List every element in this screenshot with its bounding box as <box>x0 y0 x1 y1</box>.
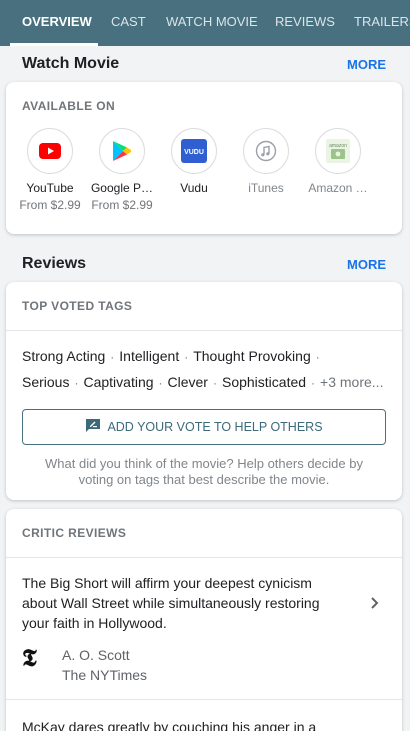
tag-separator: · <box>184 350 189 364</box>
watch-options-card: AVAILABLE ON YouTube From $2.99 Google P… <box>6 82 402 234</box>
available-on-label: AVAILABLE ON <box>22 99 116 113</box>
watch-movie-more-link[interactable]: MORE <box>347 57 386 72</box>
provider-price: From $2.99 <box>19 198 81 212</box>
more-tags-link[interactable]: +3 more... <box>320 374 383 390</box>
provider-name: Google P… <box>90 181 154 195</box>
critic-reviews-label: CRITIC REVIEWS <box>22 526 127 540</box>
provider-vudu[interactable]: VUDU Vudu <box>158 128 230 195</box>
chevron-right-icon <box>371 597 379 609</box>
provider-name: YouTube <box>26 181 74 195</box>
provider-amazon[interactable]: amazon Amazon … <box>302 128 374 195</box>
tag-intelligent[interactable]: Intelligent <box>119 348 179 364</box>
top-voted-tags-card: TOP VOTED TAGS Strong Acting · Intelligent… <box>6 282 402 500</box>
provider-itunes[interactable]: iTunes <box>230 128 302 195</box>
tag-separator: · <box>315 350 320 364</box>
tag-thought-provoking[interactable]: Thought Provoking <box>193 348 311 364</box>
tab-watch-movie[interactable]: WATCH MOVIE <box>166 0 258 46</box>
reviews-more-link[interactable]: MORE <box>347 257 386 272</box>
tag-separator: · <box>110 350 115 364</box>
google-play-icon <box>99 128 145 174</box>
add-vote-label: ADD YOUR VOTE TO HELP OTHERS <box>107 420 323 434</box>
vudu-logo-text: VUDU <box>184 149 204 156</box>
review-text[interactable]: McKay dares greatly by couching his ange… <box>22 717 386 731</box>
vudu-icon: VUDU <box>171 128 217 174</box>
tab-reviews[interactable]: REVIEWS <box>275 0 335 46</box>
amazon-icon: amazon <box>315 128 361 174</box>
critic-name: A. O. Scott <box>62 647 130 663</box>
tag-separator: · <box>74 376 79 390</box>
feedback-icon <box>86 419 101 433</box>
nytimes-logo: 𝕿 <box>22 643 37 672</box>
tag-separator: · <box>311 376 316 390</box>
provider-youtube[interactable]: YouTube From $2.99 <box>14 128 86 212</box>
reviews-heading: Reviews <box>22 255 87 272</box>
tab-trailers[interactable]: TRAILERS <box>354 0 410 46</box>
youtube-icon <box>27 128 73 174</box>
critic-reviews-card: CRITIC REVIEWS The Big Short will affirm… <box>6 509 402 731</box>
tag-clever[interactable]: Clever <box>168 374 208 390</box>
provider-name: Amazon … <box>308 181 368 195</box>
tag-serious[interactable]: Serious <box>22 374 69 390</box>
tag-strong-acting[interactable]: Strong Acting <box>22 348 105 364</box>
review-text: The Big Short will affirm your deepest c… <box>22 575 320 631</box>
provider-name: Vudu <box>180 181 208 195</box>
active-tab-indicator <box>10 43 98 46</box>
tab-bar: OVERVIEW CAST WATCH MOVIE REVIEWS TRAILE… <box>0 0 410 46</box>
tag-separator: · <box>212 376 217 390</box>
vote-help-text: What did you think of the movie? Help ot… <box>45 456 363 487</box>
tag-captivating[interactable]: Captivating <box>83 374 153 390</box>
provider-google-play[interactable]: Google P… From $2.99 <box>86 128 158 212</box>
tab-overview[interactable]: OVERVIEW <box>22 0 92 46</box>
provider-price: From $2.99 <box>91 198 153 212</box>
add-vote-button[interactable]: ADD YOUR VOTE TO HELP OTHERS <box>22 409 386 445</box>
divider <box>6 557 402 558</box>
top-voted-tags-label: TOP VOTED TAGS <box>22 299 133 313</box>
amazon-logo-text: amazon <box>329 143 347 149</box>
critic-publication: The NYTimes <box>62 667 148 683</box>
itunes-icon <box>243 128 289 174</box>
tag-list: Strong Acting · Intelligent · Thought Provok… <box>22 344 394 396</box>
tag-sophisticated[interactable]: Sophisticated <box>222 374 306 390</box>
provider-name: iTunes <box>248 181 284 195</box>
tab-cast[interactable]: CAST <box>111 0 146 46</box>
tag-separator: · <box>158 376 163 390</box>
watch-movie-heading: Watch Movie <box>22 55 120 72</box>
divider <box>6 330 402 331</box>
divider <box>6 699 402 700</box>
